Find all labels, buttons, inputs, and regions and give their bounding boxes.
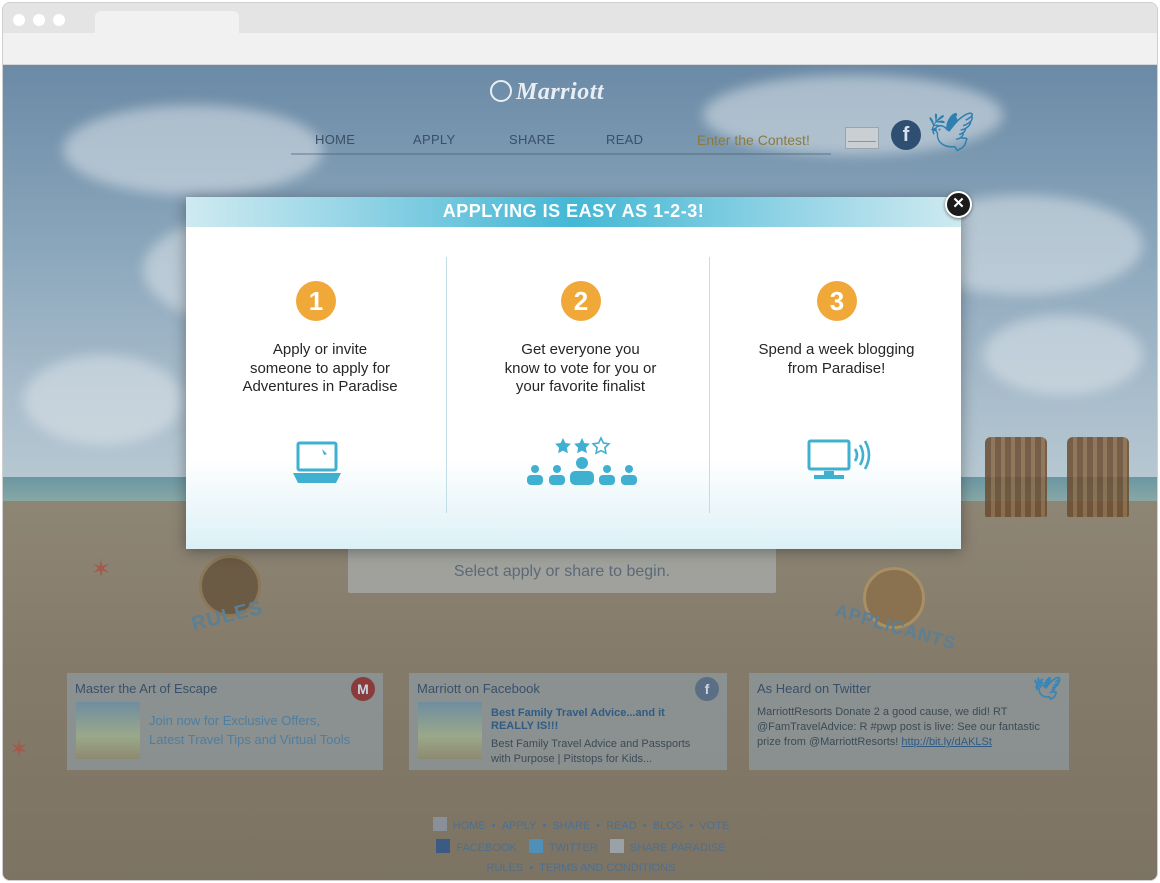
browser-chrome <box>3 3 1157 65</box>
window-zoom-dot[interactable] <box>53 14 65 26</box>
broadcast-monitor-icon <box>807 439 871 479</box>
laptop-icon <box>293 441 341 483</box>
step-1-description: Apply or invite someone to apply for Adv… <box>242 341 398 395</box>
voting-crowd-icon <box>527 436 637 485</box>
address-bar-strip <box>3 33 1157 65</box>
step-3-number: 3 <box>817 281 857 321</box>
step-3-description: Spend a week blogging from Paradise! <box>758 341 915 377</box>
step-2: 2 Get everyone you know to vote for you … <box>449 227 712 549</box>
modal-header: APPLYING IS EASY AS 1-2-3! <box>186 197 961 227</box>
how-to-apply-modal: APPLYING IS EASY AS 1-2-3! 1 Apply or in… <box>186 197 961 549</box>
window-close-dot[interactable] <box>13 14 25 26</box>
step-2-number: 2 <box>561 281 601 321</box>
step-1-number: 1 <box>296 281 336 321</box>
browser-tab[interactable] <box>95 11 239 35</box>
browser-window: Marriott HOME APPLY SHARE READ Enter the… <box>2 2 1158 881</box>
window-minimize-dot[interactable] <box>33 14 45 26</box>
modal-close-button[interactable]: ✕ <box>945 191 972 218</box>
step-3: 3 Spend a week blogging from Paradise! <box>712 227 961 549</box>
step-1: 1 Apply or invite someone to apply for A… <box>186 227 454 549</box>
step-2-description: Get everyone you know to vote for you or… <box>504 341 657 395</box>
page-viewport: Marriott HOME APPLY SHARE READ Enter the… <box>3 65 1157 880</box>
modal-title: APPLYING IS EASY AS 1-2-3! <box>442 201 705 221</box>
